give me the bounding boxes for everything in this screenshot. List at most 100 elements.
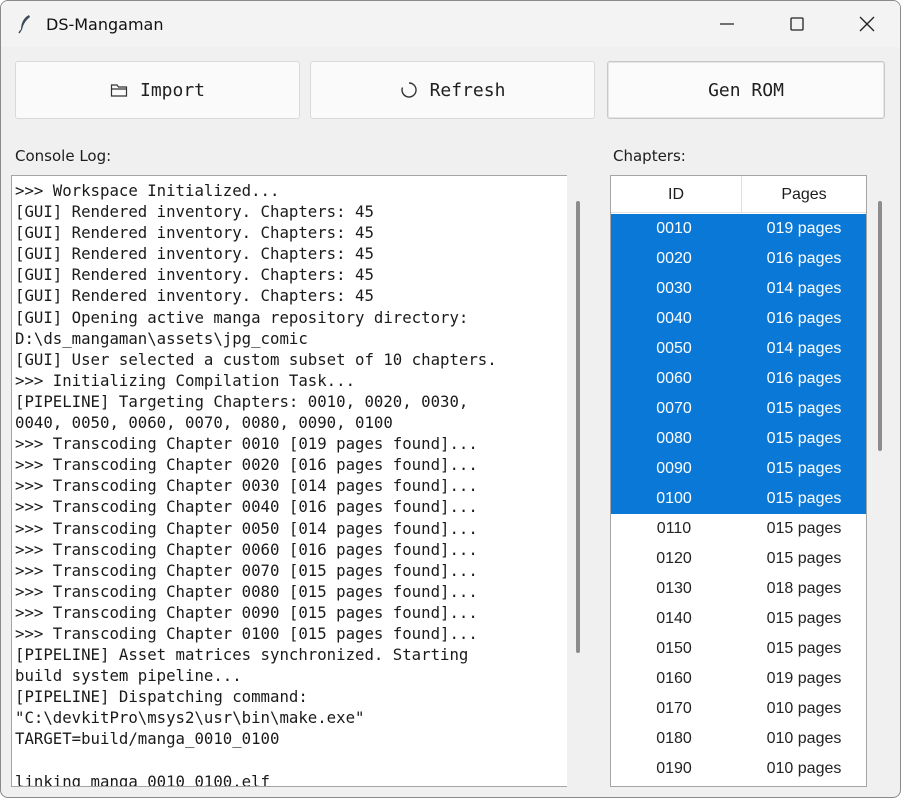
chapter-pages-cell: 015 pages: [766, 400, 842, 417]
chapter-id-cell: 0180: [656, 730, 692, 747]
table-row[interactable]: 0040 016 pages: [611, 304, 866, 334]
chapter-pages-cell: 015 pages: [766, 460, 842, 477]
table-row[interactable]: 0190 010 pages: [611, 754, 866, 784]
chapter-id-cell: 0120: [656, 550, 692, 567]
console-scrollbar[interactable]: [576, 201, 580, 653]
console-line: [GUI] Rendered inventory. Chapters: 45: [15, 244, 374, 264]
chapter-id-cell: 0020: [656, 250, 692, 267]
table-row[interactable]: 0150 015 pages: [611, 634, 866, 664]
chapter-id-cell: 0060: [656, 370, 692, 387]
table-row[interactable]: 0060 016 pages: [611, 364, 866, 394]
import-button[interactable]: Import: [15, 61, 300, 119]
console-line: linking manga_0010_0100.elf: [15, 771, 271, 787]
console-log-label: Console Log:: [15, 147, 112, 165]
table-row[interactable]: 0010 019 pages: [611, 214, 866, 244]
chapters-scrollbar[interactable]: [878, 201, 882, 451]
table-row[interactable]: 0140 015 pages: [611, 604, 866, 634]
chapter-id-cell: 0170: [656, 700, 692, 717]
table-row[interactable]: 0130 018 pages: [611, 574, 866, 604]
chapter-id-cell: 0010: [656, 220, 692, 237]
chapter-pages-cell: 014 pages: [766, 280, 842, 297]
chapter-pages-cell: 015 pages: [766, 550, 842, 567]
folder-icon: [110, 84, 128, 97]
refresh-icon: [400, 82, 417, 98]
console-line: [GUI] Rendered inventory. Chapters: 45: [15, 223, 374, 243]
chapter-pages-cell: 019 pages: [766, 220, 842, 237]
table-row[interactable]: 0100 015 pages: [611, 484, 866, 514]
feather-icon: [18, 15, 30, 34]
table-body: 0010 019 pages 0020 016 pages 0030 014 pages 0…: [611, 214, 866, 784]
table-row[interactable]: 0170 010 pages: [611, 694, 866, 724]
chapter-id-cell: 0140: [656, 610, 692, 627]
console-line: >>> Transcoding Chapter 0070 [015 pages …: [15, 560, 478, 580]
chapter-id-cell: 0190: [656, 760, 692, 777]
column-header-id[interactable]: ID: [611, 186, 741, 204]
console-log[interactable]: >>> Workspace Initialized... [GUI] Render…: [11, 175, 567, 787]
chapter-id-cell: 0090: [656, 460, 692, 477]
console-line: >>> Transcoding Chapter 0060 [016 pages …: [15, 539, 478, 559]
minimize-button[interactable]: [692, 1, 762, 47]
chapter-pages-cell: 015 pages: [766, 640, 842, 657]
console-line: [PIPELINE] Asset matrices synchronized. …: [15, 645, 469, 665]
app-window: DS-Mangaman Import Refresh Gen ROM Conso…: [0, 0, 901, 798]
chapter-pages-cell: 014 pages: [766, 340, 842, 357]
title-bar[interactable]: DS-Mangaman: [1, 1, 900, 47]
console-line: >>> Transcoding Chapter 0100 [015 pages …: [15, 623, 478, 643]
chapters-label: Chapters:: [613, 147, 686, 165]
console-line: >>> Transcoding Chapter 0080 [015 pages …: [15, 581, 478, 601]
chapter-id-cell: 0160: [656, 670, 692, 687]
table-row[interactable]: 0110 015 pages: [611, 514, 866, 544]
console-line: [GUI] Opening active manga repository di…: [15, 307, 469, 327]
chapter-pages-cell: 019 pages: [766, 670, 842, 687]
close-button[interactable]: [832, 1, 900, 47]
console-line: >>> Transcoding Chapter 0050 [014 pages …: [15, 518, 478, 538]
console-line: >>> Transcoding Chapter 0020 [016 pages …: [15, 455, 478, 475]
console-line: >>> Initializing Compilation Task...: [15, 370, 356, 390]
gen-rom-button[interactable]: Gen ROM: [607, 61, 885, 119]
chapter-pages-cell: 010 pages: [766, 730, 842, 747]
window-title: DS-Mangaman: [46, 15, 164, 34]
chapter-id-cell: 0030: [656, 280, 692, 297]
chapter-id-cell: 0070: [656, 400, 692, 417]
import-label: Import: [139, 79, 206, 101]
console-line: [GUI] Rendered inventory. Chapters: 45: [15, 286, 374, 306]
table-row[interactable]: 0020 016 pages: [611, 244, 866, 274]
table-row[interactable]: 0180 010 pages: [611, 724, 866, 754]
chapter-pages-cell: 010 pages: [766, 700, 842, 717]
chapter-pages-cell: 015 pages: [766, 610, 842, 627]
table-row[interactable]: 0070 015 pages: [611, 394, 866, 424]
refresh-button[interactable]: Refresh: [310, 61, 595, 119]
table-row[interactable]: 0120 015 pages: [611, 544, 866, 574]
chapter-pages-cell: 018 pages: [766, 580, 842, 597]
table-row[interactable]: 0080 015 pages: [611, 424, 866, 454]
maximize-button[interactable]: [762, 1, 832, 47]
chapter-id-cell: 0110: [656, 520, 692, 537]
console-line: build system pipeline...: [15, 666, 242, 686]
chapter-id-cell: 0100: [656, 490, 692, 507]
console-line: "C:\devkitPro\msys2\usr\bin\make.exe": [15, 708, 365, 728]
chapter-id-cell: 0040: [656, 310, 692, 327]
table-row[interactable]: 0050 014 pages: [611, 334, 866, 364]
close-icon: [859, 16, 875, 32]
table-row[interactable]: 0090 015 pages: [611, 454, 866, 484]
gen-rom-label: Gen ROM: [708, 79, 784, 101]
chapter-pages-cell: 015 pages: [766, 490, 842, 507]
table-row[interactable]: 0160 019 pages: [611, 664, 866, 694]
chapter-pages-cell: 016 pages: [766, 250, 842, 267]
table-row[interactable]: 0030 014 pages: [611, 274, 866, 304]
refresh-label: Refresh: [429, 79, 506, 101]
console-line: D:\ds_mangaman\assets\jpg_comic: [15, 328, 308, 348]
chapter-id-cell: 0150: [656, 640, 692, 657]
chapter-id-cell: 0130: [656, 580, 692, 597]
column-header-pages[interactable]: Pages: [741, 186, 866, 204]
chapters-table[interactable]: ID Pages 0010 019 pages 0020 016 pages 0030 0…: [610, 175, 867, 787]
chapter-pages-cell: 010 pages: [766, 760, 842, 777]
console-line: 0040, 0050, 0060, 0070, 0080, 0090, 0100: [15, 413, 393, 433]
chapter-pages-cell: 015 pages: [766, 520, 842, 537]
maximize-icon: [790, 17, 804, 31]
minimize-icon: [720, 23, 734, 25]
console-line: >>> Transcoding Chapter 0090 [015 pages …: [15, 602, 478, 622]
console-line: [GUI] User selected a custom subset of 1…: [15, 349, 497, 369]
console-line: [GUI] Rendered inventory. Chapters: 45: [15, 202, 374, 222]
